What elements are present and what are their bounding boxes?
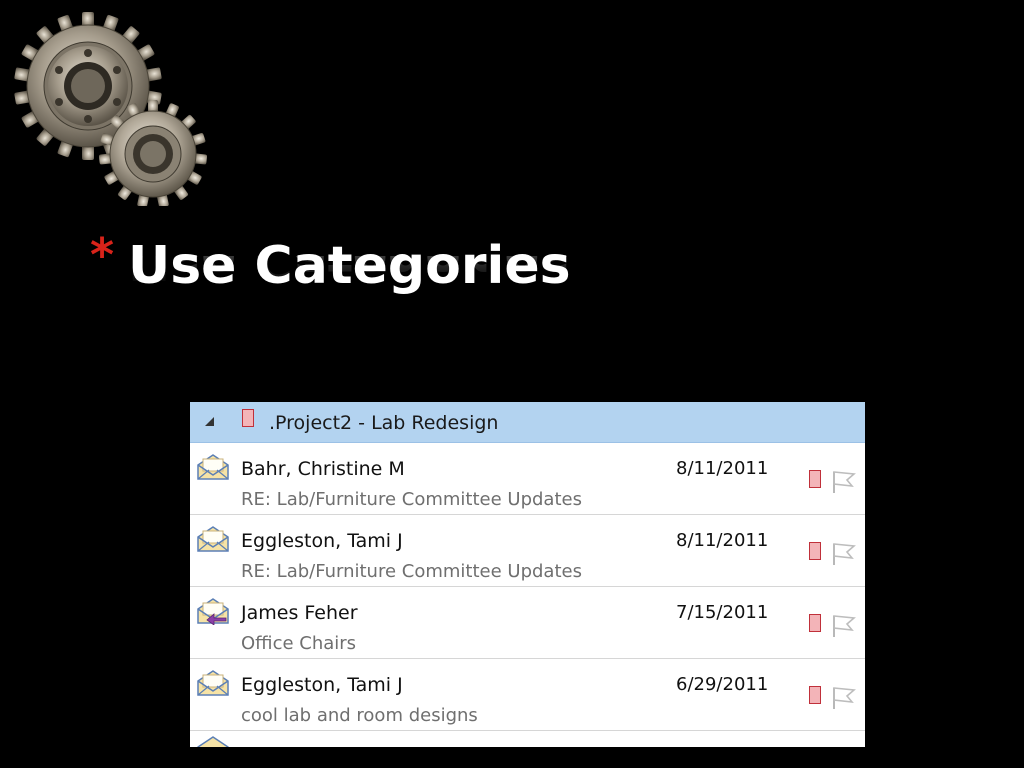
mail-sender: Bahr, Christine M [241,458,405,480]
mail-list-panel: .Project2 - Lab Redesign Bahr, Christine… [190,402,865,747]
title-reflection: Use Categories [128,256,571,286]
mail-date: 6/29/2011 [676,674,769,695]
category-color-icon[interactable] [809,470,821,488]
flag-icon[interactable] [830,685,858,711]
mail-subject: cool lab and room designs [241,705,478,726]
envelope-open-icon [197,736,229,747]
envelope-open-icon [197,454,229,480]
title-bullet: * [90,228,115,282]
mail-date: 7/15/2011 [676,602,769,623]
gears-icon [14,12,208,206]
category-color-icon [242,409,254,427]
category-group-label: .Project2 - Lab Redesign [269,412,499,434]
mail-row[interactable]: Eggleston, Tami J cool lab and room desi… [190,659,865,731]
flag-icon[interactable] [830,541,858,567]
mail-date: 8/11/2011 [676,530,769,551]
category-group-header[interactable]: .Project2 - Lab Redesign [190,402,865,443]
mail-sender: Eggleston, Tami J [241,530,403,552]
collapse-arrow-icon[interactable] [205,417,214,426]
mail-subject: Office Chairs [241,633,357,654]
envelope-open-icon [197,526,229,552]
mail-sender: Eggleston, Tami J [241,674,403,696]
mail-row[interactable]: Eggleston, Tami J RE: Lab/Furniture Comm… [190,515,865,587]
mail-sender: James Feher [241,602,358,624]
category-color-icon[interactable] [809,542,821,560]
mail-row[interactable]: Bahr, Christine M RE: Lab/Furniture Comm… [190,443,865,515]
slide: * Use Categories Use Categories .Project… [0,0,1024,768]
flag-icon[interactable] [830,613,858,639]
flag-icon[interactable] [830,469,858,495]
mail-subject: RE: Lab/Furniture Committee Updates [241,489,582,510]
mail-date: 8/11/2011 [676,458,769,479]
category-color-icon[interactable] [809,686,821,704]
mail-row[interactable]: James Feher Office Chairs 7/15/2011 [190,587,865,659]
envelope-replied-icon [197,598,229,625]
mail-subject: RE: Lab/Furniture Committee Updates [241,561,582,582]
category-color-icon[interactable] [809,614,821,632]
mail-row-partial[interactable] [190,731,865,747]
envelope-open-icon [197,670,229,696]
